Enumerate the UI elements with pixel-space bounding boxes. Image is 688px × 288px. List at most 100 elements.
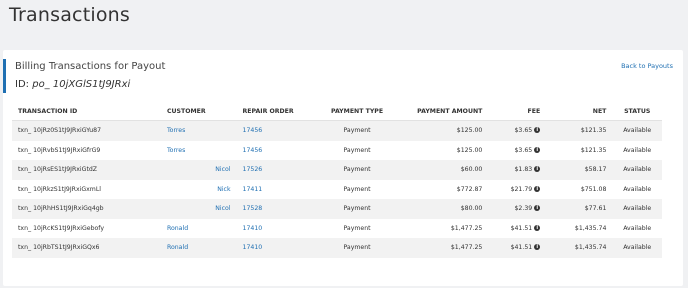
customer-cell: Ronald: [161, 219, 237, 239]
net-cell: $1,435.74: [546, 219, 612, 239]
customer-link[interactable]: Ronald: [167, 244, 188, 251]
payment-amount-cell: $60.00: [399, 160, 489, 180]
fee-info-icon[interactable]: i: [534, 244, 541, 251]
net-cell: $77.61: [546, 199, 613, 219]
customer-cell: Nicol: [160, 160, 237, 180]
payment-amount-cell: $1,477.25: [399, 219, 488, 239]
status-cell: Available: [623, 185, 652, 193]
payment-amount-cell: $60.00: [460, 166, 483, 174]
customer-cell: Nicol: [160, 199, 237, 219]
payment-type-cell: Payment: [314, 120, 400, 141]
repair-order-link[interactable]: 17410: [243, 244, 263, 251]
repair-order-link[interactable]: 17526: [243, 166, 263, 173]
table-row: txn_ 10jRvbS1tJ9JRxiGfrG9 Torres 17456 Paym…: [12, 141, 662, 161]
payment-type-cell: Payment: [343, 185, 371, 193]
payment-amount-cell: $1,477.25: [450, 244, 483, 252]
billing-transactions-card: Billing Transactions for Payout ID: po_ …: [3, 50, 683, 286]
status-cell: Available: [623, 127, 652, 135]
net-cell: $121.35: [580, 127, 607, 135]
fee-cell: $41.51: [510, 244, 533, 252]
repair-order-link[interactable]: 17410: [243, 225, 263, 232]
header-repair-order: REPAIR ORDER: [236, 102, 315, 121]
fee-cell: $2.39 i: [488, 199, 547, 219]
header-payment-amount: PAYMENT AMOUNT: [399, 102, 489, 121]
transaction-id-cell: txn_ 10jRkzS1tJ9JRxiGxmLl: [12, 180, 161, 200]
payment-type-cell: Payment: [315, 141, 400, 161]
net-cell: $121.35: [580, 146, 607, 154]
header-net: NET: [546, 102, 613, 121]
card-header: Billing Transactions for Payout ID: po_ …: [3, 59, 166, 93]
customer-link[interactable]: Torres: [167, 127, 185, 134]
status-cell: Available: [612, 219, 662, 239]
header-transaction-id: TRANSACTION ID: [12, 102, 161, 121]
status-cell: Available: [623, 146, 652, 154]
fee-info-icon[interactable]: i: [534, 146, 541, 153]
fee-cell: $41.51 i: [488, 219, 546, 239]
payment-amount-cell: $1,477.25: [399, 238, 489, 258]
transaction-id-cell: txn_ 10jRsES1tJ9JRxiGtdZ: [18, 166, 98, 174]
fee-cell: $21.79: [510, 185, 533, 193]
net-cell: $1,435.74: [574, 224, 607, 232]
repair-order-link[interactable]: 17456: [243, 147, 263, 154]
fee-info-icon[interactable]: i: [534, 127, 541, 134]
header-customer: CUSTOMER: [160, 102, 237, 121]
payment-type-cell: Payment: [343, 205, 371, 213]
payment-type-cell: Payment: [315, 219, 400, 239]
net-cell: $751.08: [546, 180, 612, 200]
customer-cell: Torres: [160, 120, 237, 141]
payout-id-label: ID:: [15, 79, 30, 90]
fee-cell: $41.51 i: [488, 238, 547, 258]
payment-type-cell: Payment: [343, 224, 371, 232]
transaction-id-cell: txn_ 10jRbTS1tJ9JRxiGQx6: [12, 238, 161, 258]
fee-cell: $3.65 i: [488, 120, 547, 141]
payment-type-cell: Payment: [314, 199, 400, 219]
fee-cell: $41.51: [510, 224, 533, 232]
repair-order-link[interactable]: 17528: [243, 205, 263, 212]
fee-info-icon[interactable]: i: [534, 185, 541, 192]
fee-info-icon[interactable]: i: [534, 224, 541, 231]
status-cell: Available: [612, 180, 662, 200]
status-cell: Available: [612, 238, 662, 258]
transaction-id-cell: txn_ 10jRsES1tJ9JRxiGtdZ: [12, 160, 161, 180]
back-to-payouts-link[interactable]: Back to Payouts: [621, 62, 673, 70]
status-cell: Available: [623, 166, 652, 174]
customer-link[interactable]: Nicol: [215, 166, 230, 173]
payout-id-value: po_ 10jXGlS1tJ9JRxi: [32, 79, 131, 90]
payment-type-cell: Payment: [343, 127, 371, 135]
transaction-id-cell: txn_ 10jRvbS1tJ9JRxiGfrG9: [12, 141, 161, 161]
payment-type-cell: Payment: [343, 244, 371, 252]
header-payment-type: PAYMENT TYPE: [314, 102, 400, 121]
fee-cell: $3.65 i: [488, 141, 546, 161]
fee-info-icon[interactable]: i: [534, 205, 541, 212]
transaction-id-cell: txn_ 10jRhHS1tJ9JRxiGq4gb: [18, 205, 104, 213]
repair-order-cell: 17410: [237, 219, 315, 239]
fee-info-icon[interactable]: i: [534, 166, 541, 173]
payment-type-cell: Payment: [315, 180, 400, 200]
fee-cell: $2.39: [514, 205, 533, 213]
repair-order-cell: 17526: [236, 160, 315, 180]
net-cell: $1,435.74: [546, 238, 613, 258]
repair-order-link[interactable]: 17456: [243, 127, 263, 134]
transaction-id-cell: txn_ 10jRz0S1tJ9JRxiGYu87: [12, 120, 161, 141]
customer-link[interactable]: Torres: [167, 147, 185, 154]
customer-cell: Torres: [161, 141, 237, 161]
transaction-id-cell: txn_ 10jRz0S1tJ9JRxiGYu87: [18, 127, 102, 135]
customer-link[interactable]: Ronald: [167, 225, 188, 232]
repair-order-link[interactable]: 17411: [243, 186, 263, 193]
net-cell: $121.35: [546, 120, 613, 141]
transaction-id-cell: txn_ 10jRcKS1tJ9JRxiGebofy: [12, 219, 161, 239]
status-cell: Available: [612, 199, 662, 219]
net-cell: $1,435.74: [574, 244, 607, 252]
header-status: STATUS: [612, 102, 662, 121]
net-cell: $58.17: [584, 166, 607, 174]
fee-cell: $3.65: [514, 127, 533, 135]
payment-type-cell: Payment: [314, 238, 400, 258]
status-cell: Available: [612, 141, 662, 161]
fee-cell: $3.65: [514, 146, 533, 154]
status-cell: Available: [623, 244, 652, 252]
payment-amount-cell: $1,477.25: [450, 224, 483, 232]
customer-link[interactable]: Nicol: [215, 205, 230, 212]
payment-amount-cell: $772.87: [399, 180, 488, 200]
customer-link[interactable]: Nick: [217, 186, 230, 193]
status-cell: Available: [612, 160, 662, 180]
